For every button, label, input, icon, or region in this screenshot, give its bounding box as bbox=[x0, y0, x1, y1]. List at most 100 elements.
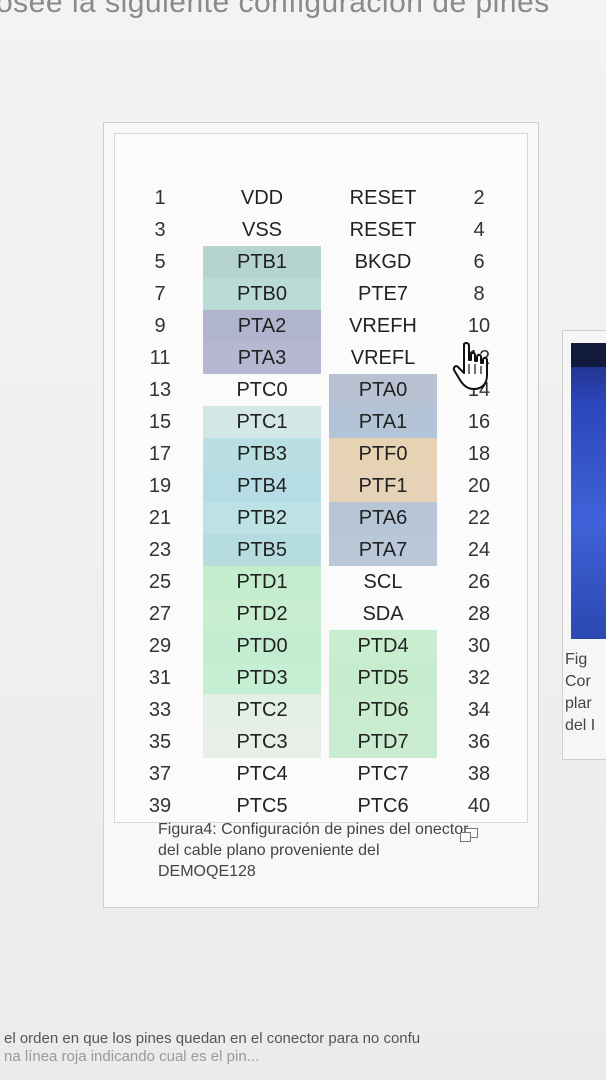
signal-left: PTC3 bbox=[203, 726, 321, 758]
pin-row: 1 VDD RESET 2 bbox=[115, 182, 529, 214]
pin-number-right: 2 bbox=[473, 187, 485, 209]
signal-left: PTB2 bbox=[203, 502, 321, 534]
signal-left: VSS bbox=[241, 219, 283, 241]
bottom-line-1: el orden en que los pines quedan en el c… bbox=[4, 1030, 421, 1047]
pin-row: 5 PTB1 BKGD 6 bbox=[115, 246, 529, 278]
pin-number-left: 3 bbox=[154, 219, 166, 241]
pin-number-left: 5 bbox=[154, 251, 166, 273]
signal-right: PTD7 bbox=[329, 726, 437, 758]
pin-number-right: 32 bbox=[467, 667, 491, 689]
side-figure-image[interactable] bbox=[571, 343, 606, 639]
bottom-line-2: na línea roja indicando cual es el pin..… bbox=[4, 1048, 260, 1065]
pin-number-left: 17 bbox=[148, 443, 172, 465]
signal-right: PTD6 bbox=[329, 694, 437, 726]
pin-row: 29 PTD0 PTD4 30 bbox=[115, 630, 529, 662]
signal-right: PTA6 bbox=[329, 502, 437, 534]
pin-number-right: 38 bbox=[467, 763, 491, 785]
pin-table: 1 VDD RESET 2 3 VSS RESET 4 5 PTB1 BKGD 6 7 PTB0 PTE7 8… bbox=[115, 182, 529, 822]
signal-left: PTA2 bbox=[203, 310, 321, 342]
pin-row: 3 VSS RESET 4 bbox=[115, 214, 529, 246]
pin-row: 31 PTD3 PTD5 32 bbox=[115, 662, 529, 694]
pin-number-left: 7 bbox=[154, 283, 166, 305]
signal-left: PTB5 bbox=[203, 534, 321, 566]
signal-right: PTF0 bbox=[329, 438, 437, 470]
signal-left: PTB3 bbox=[203, 438, 321, 470]
signal-left: PTC0 bbox=[236, 379, 288, 401]
signal-right: SDA bbox=[362, 603, 404, 625]
signal-left: PTD3 bbox=[203, 662, 321, 694]
pin-number-left: 33 bbox=[148, 699, 172, 721]
pin-row: 23 PTB5 PTA7 24 bbox=[115, 534, 529, 566]
pin-number-left: 21 bbox=[148, 507, 172, 529]
pin-number-left: 39 bbox=[148, 795, 172, 817]
side-caption-line: Cor bbox=[565, 673, 591, 690]
figure-caption: Figura4: Configuración de pines del onec… bbox=[158, 821, 469, 880]
signal-left: PTC1 bbox=[203, 406, 321, 438]
pin-row: 39 PTC5 PTC6 40 bbox=[115, 790, 529, 822]
signal-left: PTC5 bbox=[236, 795, 288, 817]
signal-right: RESET bbox=[349, 187, 417, 209]
pin-number-left: 27 bbox=[148, 603, 172, 625]
signal-left: PTD1 bbox=[203, 566, 321, 598]
enlarge-icon[interactable] bbox=[460, 828, 478, 842]
pin-diagram-image[interactable]: 1 VDD RESET 2 3 VSS RESET 4 5 PTB1 BKGD 6 7 PTB0 PTE7 8… bbox=[114, 133, 528, 823]
signal-right: SCL bbox=[363, 571, 403, 593]
pin-number-right: 34 bbox=[467, 699, 491, 721]
signal-right: BKGD bbox=[354, 251, 412, 273]
pin-row: 15 PTC1 PTA1 16 bbox=[115, 406, 529, 438]
pin-number-right: 6 bbox=[473, 251, 485, 273]
pin-number-left: 1 bbox=[154, 187, 166, 209]
pin-number-right: 30 bbox=[467, 635, 491, 657]
signal-right: PTF1 bbox=[329, 470, 437, 502]
pin-row: 21 PTB2 PTA6 22 bbox=[115, 502, 529, 534]
pin-number-left: 31 bbox=[148, 667, 172, 689]
signal-right: PTA1 bbox=[329, 406, 437, 438]
pin-number-left: 15 bbox=[148, 411, 172, 433]
pin-number-right: 24 bbox=[467, 539, 491, 561]
side-caption-line: del I bbox=[565, 717, 596, 734]
signal-left: PTB0 bbox=[203, 278, 321, 310]
pin-number-left: 19 bbox=[148, 475, 172, 497]
signal-left: PTB1 bbox=[203, 246, 321, 278]
pin-number-right: 8 bbox=[473, 283, 485, 305]
pin-number-left: 13 bbox=[148, 379, 172, 401]
side-figure-caption: Fig Cor plar del I bbox=[565, 649, 606, 737]
pin-number-left: 29 bbox=[148, 635, 172, 657]
pin-number-right: 26 bbox=[467, 571, 491, 593]
signal-right: PTD5 bbox=[329, 662, 437, 694]
signal-right: RESET bbox=[349, 219, 417, 241]
pin-row: 33 PTC2 PTD6 34 bbox=[115, 694, 529, 726]
pin-row: 37 PTC4 PTC7 38 bbox=[115, 758, 529, 790]
pin-number-right: 10 bbox=[467, 315, 491, 337]
signal-left: PTC2 bbox=[203, 694, 321, 726]
pin-row: 27 PTD2 SDA 28 bbox=[115, 598, 529, 630]
pin-number-left: 25 bbox=[148, 571, 172, 593]
pin-number-right: 18 bbox=[467, 443, 491, 465]
pin-number-left: 35 bbox=[148, 731, 172, 753]
signal-right: PTD4 bbox=[329, 630, 437, 662]
pin-number-right: 22 bbox=[467, 507, 491, 529]
pin-number-left: 11 bbox=[149, 347, 171, 369]
signal-left: PTD2 bbox=[203, 598, 321, 630]
signal-left: PTD0 bbox=[203, 630, 321, 662]
signal-right: PTC7 bbox=[357, 763, 409, 785]
signal-left: PTB4 bbox=[203, 470, 321, 502]
signal-left: PTC4 bbox=[236, 763, 288, 785]
pin-row: 19 PTB4 PTF1 20 bbox=[115, 470, 529, 502]
pin-number-right: 20 bbox=[467, 475, 491, 497]
side-figure: Fig Cor plar del I bbox=[562, 330, 606, 760]
pin-number-left: 37 bbox=[148, 763, 172, 785]
pin-row: 17 PTB3 PTF0 18 bbox=[115, 438, 529, 470]
pin-number-left: 9 bbox=[154, 315, 166, 337]
figure-container: 1 VDD RESET 2 3 VSS RESET 4 5 PTB1 BKGD 6 7 PTB0 PTE7 8… bbox=[103, 122, 539, 908]
side-caption-line: plar bbox=[565, 695, 592, 712]
top-paragraph-text: osee la siguiente configuración de pines bbox=[0, 0, 550, 19]
signal-right: VREFL bbox=[350, 347, 416, 369]
signal-right: PTE7 bbox=[357, 283, 409, 305]
hand-pointer-icon bbox=[452, 342, 488, 390]
pin-number-right: 36 bbox=[467, 731, 491, 753]
side-caption-line: Fig bbox=[565, 651, 588, 668]
pin-row: 7 PTB0 PTE7 8 bbox=[115, 278, 529, 310]
signal-right: PTA7 bbox=[329, 534, 437, 566]
bottom-paragraph: el orden en que los pines quedan en el c… bbox=[4, 1030, 606, 1066]
